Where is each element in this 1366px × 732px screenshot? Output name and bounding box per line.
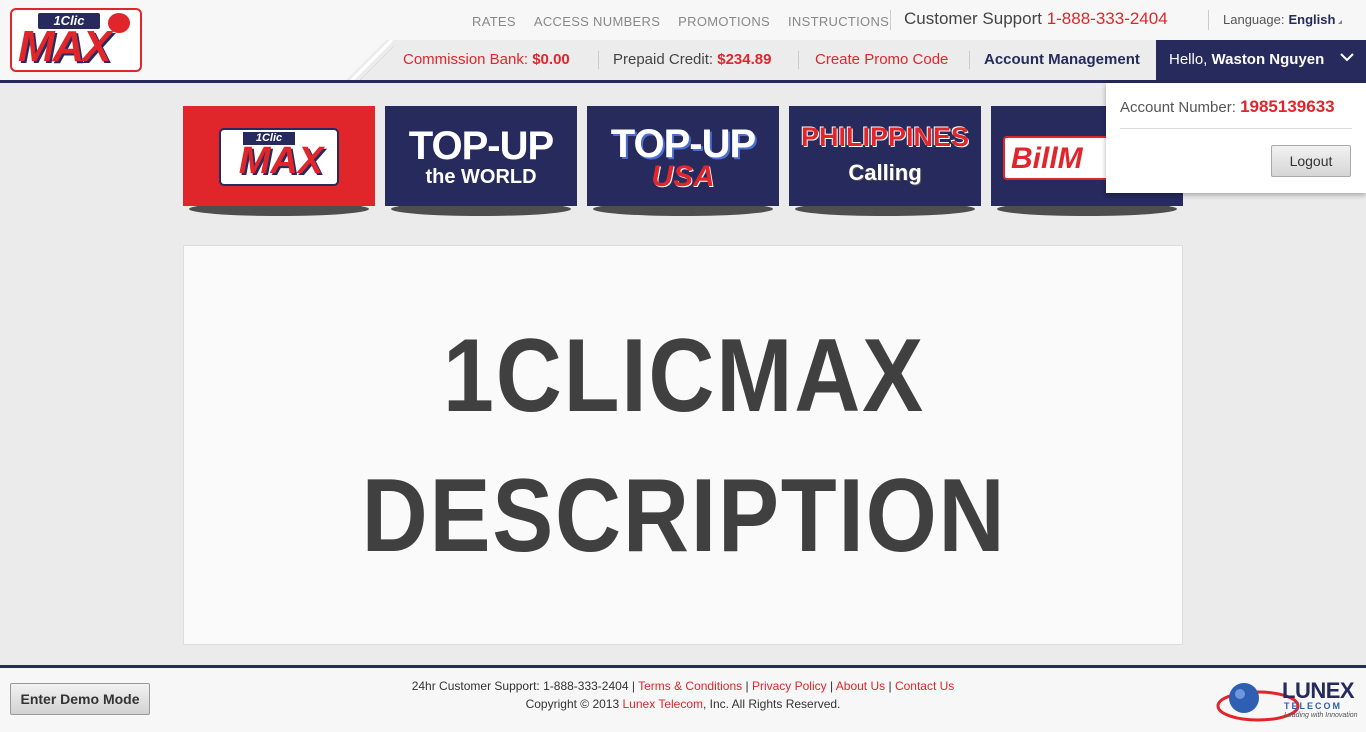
language-selector[interactable]: Language: English (1223, 12, 1343, 27)
nav-instructions[interactable]: INSTRUCTIONS (788, 14, 889, 29)
nav-divider (890, 10, 891, 30)
product-tile-topup-usa[interactable]: TOP-UP USA (587, 106, 779, 206)
language-value[interactable]: English (1288, 12, 1335, 27)
description-panel: 1CLICMAX DESCRIPTION (183, 245, 1183, 645)
tile-shadow (795, 206, 975, 216)
lunex-telecom-link[interactable]: Lunex Telecom (623, 697, 704, 711)
account-bar: Commission Bank: $0.00 Prepaid Credit: $… (394, 40, 1156, 80)
user-menu-toggle[interactable]: Hello, Waston Nguyen (1156, 40, 1366, 80)
subnav-divider (598, 51, 599, 69)
commission-value: $0.00 (532, 51, 570, 68)
1clicmax-badge: 1Clic MAX (219, 128, 339, 186)
commission-bank[interactable]: Commission Bank: $0.00 (403, 51, 570, 68)
account-number-value: 1985139633 (1240, 97, 1335, 116)
copyright: Copyright © 2013 Lunex Telecom, Inc. All… (0, 697, 1366, 711)
nav-rates[interactable]: RATES (472, 14, 516, 29)
nav-access-numbers[interactable]: ACCESS NUMBERS (534, 14, 660, 29)
product-tile-1clicmax[interactable]: 1Clic MAX (183, 106, 375, 206)
subnav-divider (969, 51, 970, 69)
tile-shadow (189, 206, 369, 216)
top-nav: RATES ACCESS NUMBERS PROMOTIONS INSTRUCT… (472, 12, 907, 30)
logo-main-text: MAX (18, 22, 112, 71)
tile-line1: PHILIPPINES (800, 122, 970, 152)
user-name: Waston Nguyen (1211, 51, 1325, 68)
privacy-link[interactable]: Privacy Policy (752, 679, 827, 693)
footer-sep: | (888, 679, 892, 693)
lunex-tagline: Leading with Innovation (1284, 712, 1358, 719)
prepaid-value: $234.89 (717, 51, 772, 68)
panel-title-line2: DESCRIPTION (361, 458, 1007, 574)
logout-button[interactable]: Logout (1271, 145, 1351, 177)
header: 1Clic MAX RATES ACCESS NUMBERS PROMOTION… (0, 0, 1366, 80)
copyright-pre: Copyright © 2013 (525, 697, 620, 711)
footer-sep: | (829, 679, 834, 693)
lunex-name: LUNEX (1282, 678, 1355, 703)
footer-links: 24hr Customer Support: 1-888-333-2404 | … (0, 679, 1366, 693)
customer-support: Customer Support 1-888-333-2404 (904, 9, 1168, 29)
nav-promotions[interactable]: PROMOTIONS (678, 14, 770, 29)
tile-line2: the WORLD (425, 166, 537, 188)
account-number: Account Number: 1985139633 (1120, 97, 1335, 117)
tile-line2: USA (651, 160, 715, 193)
dropdown-divider (1120, 128, 1352, 129)
create-promo-code-link[interactable]: Create Promo Code (815, 51, 948, 68)
user-dropdown: Account Number: 1985139633 Logout (1106, 83, 1366, 193)
tile-line2: Calling (848, 160, 922, 185)
footer-support-text: 24hr Customer Support: 1-888-333-2404 | (411, 679, 635, 693)
tile-shadow (997, 206, 1177, 216)
prepaid-label: Prepaid Credit: (613, 51, 714, 68)
account-management-link[interactable]: Account Management (984, 51, 1140, 68)
contact-link[interactable]: Contact Us (895, 679, 954, 693)
tile-line2: MAX (238, 140, 324, 182)
prepaid-credit[interactable]: Prepaid Credit: $234.89 (613, 51, 771, 68)
nav-divider (1208, 10, 1209, 30)
footer: Enter Demo Mode 24hr Customer Support: 1… (0, 668, 1366, 732)
account-number-label: Account Number: (1120, 99, 1236, 116)
product-tile-topup-world[interactable]: TOP-UP the WORLD (385, 106, 577, 206)
tile-line1: BillM (1011, 142, 1083, 175)
tile-line1: TOP-UP (408, 124, 554, 168)
language-label: Language: (1223, 12, 1285, 27)
support-label: Customer Support (904, 9, 1042, 28)
tile-shadow (391, 206, 571, 216)
lunex-logo[interactable]: LUNEX TELECOM Leading with Innovation (1216, 676, 1358, 724)
terms-link[interactable]: Terms & Conditions (638, 679, 742, 693)
subnav-divider (798, 51, 799, 69)
product-tile-philippines-calling[interactable]: PHILIPPINES Calling (789, 106, 981, 206)
site-logo[interactable]: 1Clic MAX (10, 8, 142, 72)
tile-shadow (593, 206, 773, 216)
about-link[interactable]: About Us (836, 679, 885, 693)
copyright-post: , Inc. All Rights Reserved. (703, 697, 841, 711)
support-phone[interactable]: 1-888-333-2404 (1047, 9, 1168, 28)
panel-title-line1: 1CLICMAX (443, 318, 925, 434)
chevron-down-icon (1340, 53, 1354, 62)
commission-label: Commission Bank: (403, 51, 529, 68)
lunex-sub: TELECOM (1284, 701, 1342, 711)
footer-sep: | (745, 679, 749, 693)
hello-label: Hello, (1169, 51, 1208, 68)
caret-icon (1338, 20, 1343, 24)
